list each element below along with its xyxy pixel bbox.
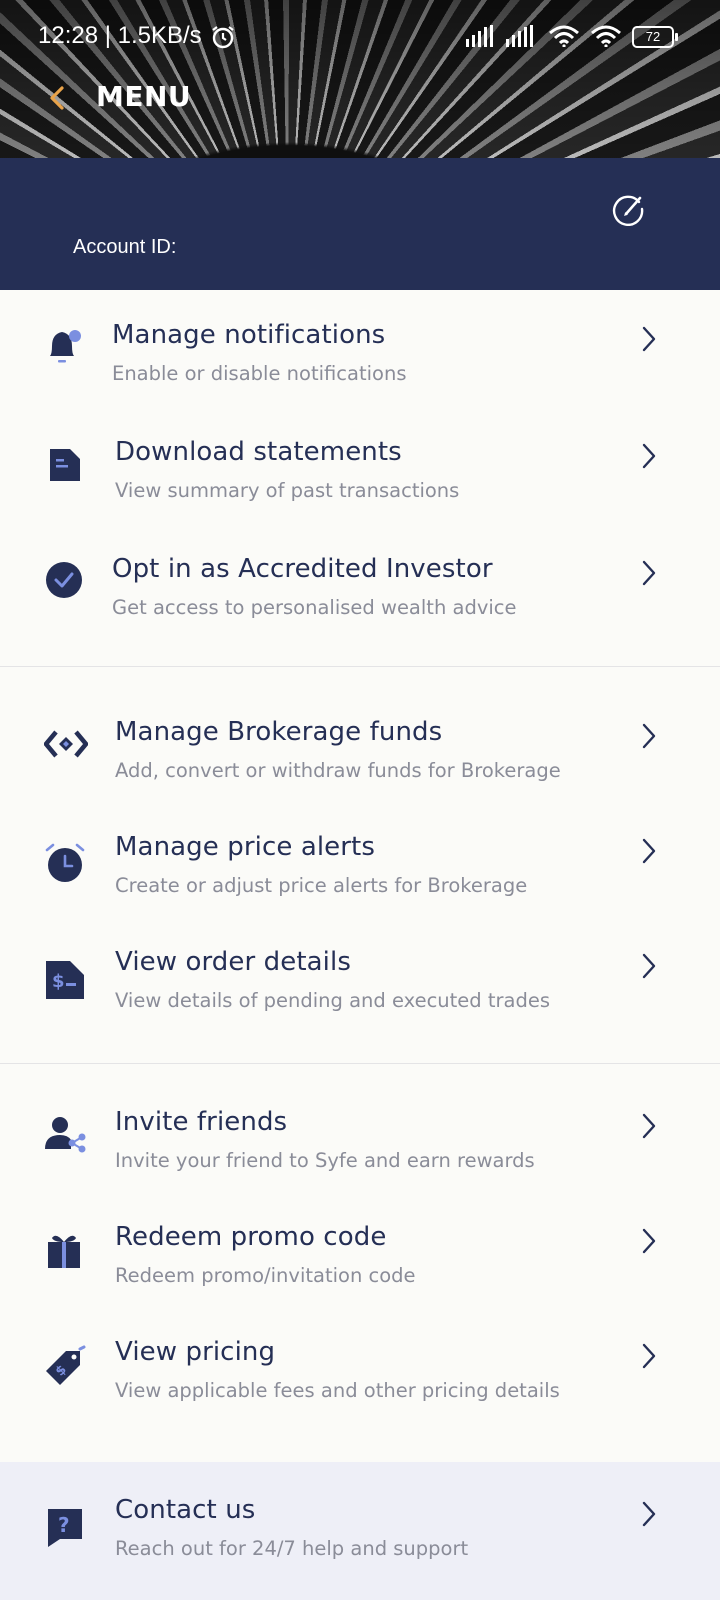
chevron-right-icon xyxy=(642,1501,656,1527)
chevron-right-icon xyxy=(642,1343,656,1369)
price-tag-icon: $ xyxy=(46,1345,86,1385)
menu-item-subtitle: View applicable fees and other pricing d… xyxy=(115,1379,560,1402)
signal-icon xyxy=(466,25,493,47)
gift-icon xyxy=(48,1235,80,1268)
chevron-right-icon xyxy=(642,953,656,979)
menu-item-subtitle: Get access to personalised wealth advice xyxy=(112,596,517,619)
chevron-right-icon xyxy=(642,443,656,469)
menu-item-subtitle: Enable or disable notifications xyxy=(112,362,407,385)
dollar-document-icon: $ xyxy=(46,961,84,999)
menu-item-title: Redeem promo code xyxy=(115,1222,387,1252)
menu-item-title: Manage Brokerage funds xyxy=(115,717,443,747)
transfer-icon xyxy=(44,730,88,758)
menu-item-statements[interactable]: Download statements View summary of past… xyxy=(0,437,720,547)
wifi-icon xyxy=(591,25,621,47)
menu-item-price-alerts[interactable]: Manage price alerts Create or adjust pri… xyxy=(0,832,720,942)
status-time: 12:28 | 1.5KB/s xyxy=(38,22,202,49)
svg-text:?: ? xyxy=(58,1513,70,1537)
section-divider xyxy=(0,1063,720,1064)
menu-item-subtitle: Redeem promo/invitation code xyxy=(115,1264,416,1287)
bell-icon xyxy=(50,330,81,363)
edit-icon[interactable] xyxy=(612,192,646,226)
section-divider xyxy=(0,666,720,667)
menu-item-redeem-promo[interactable]: Redeem promo code Redeem promo/invitatio… xyxy=(0,1222,720,1332)
menu-item-title: View pricing xyxy=(115,1337,276,1367)
menu-item-contact-us[interactable]: ? Contact us Reach out for 24/7 help and… xyxy=(0,1495,720,1600)
battery-icon: 72 xyxy=(632,26,678,48)
chevron-right-icon xyxy=(642,326,656,352)
alarm-icon xyxy=(212,26,234,49)
status-bar: 12:28 | 1.5KB/s 72 xyxy=(0,0,720,72)
chevron-left-icon[interactable] xyxy=(44,80,68,116)
wifi-icon xyxy=(549,25,579,47)
menu-item-subtitle: Add, convert or withdraw funds for Broke… xyxy=(115,759,561,782)
menu-item-notifications[interactable]: Manage notifications Enable or disable n… xyxy=(0,320,720,430)
menu-item-title: Manage price alerts xyxy=(115,832,375,862)
menu-item-title: Manage notifications xyxy=(112,320,386,350)
account-banner: Account ID: xyxy=(0,158,720,290)
menu-item-subtitle: View summary of past transactions xyxy=(115,479,460,502)
menu-item-invite-friends[interactable]: Invite friends Invite your friend to Syf… xyxy=(0,1107,720,1217)
alarm-clock-icon xyxy=(45,843,85,882)
menu-item-subtitle: Create or adjust price alerts for Broker… xyxy=(115,874,528,897)
menu-item-subtitle: View details of pending and executed tra… xyxy=(115,989,551,1012)
chevron-right-icon xyxy=(642,560,656,586)
document-icon xyxy=(50,449,80,481)
top-bar: MENU xyxy=(0,72,720,124)
share-user-icon xyxy=(45,1117,86,1153)
menu-item-title: Contact us xyxy=(115,1495,256,1525)
account-id-label: Account ID: xyxy=(73,236,177,258)
battery-level: 72 xyxy=(645,29,661,44)
question-chat-icon: ? xyxy=(48,1509,82,1547)
menu-item-subtitle: Reach out for 24/7 help and support xyxy=(115,1537,469,1560)
chevron-right-icon xyxy=(642,1113,656,1139)
chevron-right-icon xyxy=(642,1228,656,1254)
menu-item-order-details[interactable]: $ View order details View details of pen… xyxy=(0,947,720,1057)
menu-item-brokerage-funds[interactable]: Manage Brokerage funds Add, convert or w… xyxy=(0,717,720,827)
chevron-right-icon xyxy=(642,723,656,749)
menu-item-accredited-investor[interactable]: Opt in as Accredited Investor Get access… xyxy=(0,554,720,664)
menu-item-title: Opt in as Accredited Investor xyxy=(112,554,493,584)
menu-item-title: Download statements xyxy=(115,437,402,467)
menu-item-view-pricing[interactable]: $ View pricing View applicable fees and … xyxy=(0,1337,720,1447)
menu-item-title: View order details xyxy=(115,947,351,977)
check-circle-icon xyxy=(46,562,82,598)
menu-item-subtitle: Invite your friend to Syfe and earn rewa… xyxy=(115,1149,535,1172)
chevron-right-icon xyxy=(642,838,656,864)
svg-text:$: $ xyxy=(52,971,65,992)
signal-icon xyxy=(506,25,533,47)
page-title: MENU xyxy=(96,80,192,113)
menu-item-title: Invite friends xyxy=(115,1107,288,1137)
